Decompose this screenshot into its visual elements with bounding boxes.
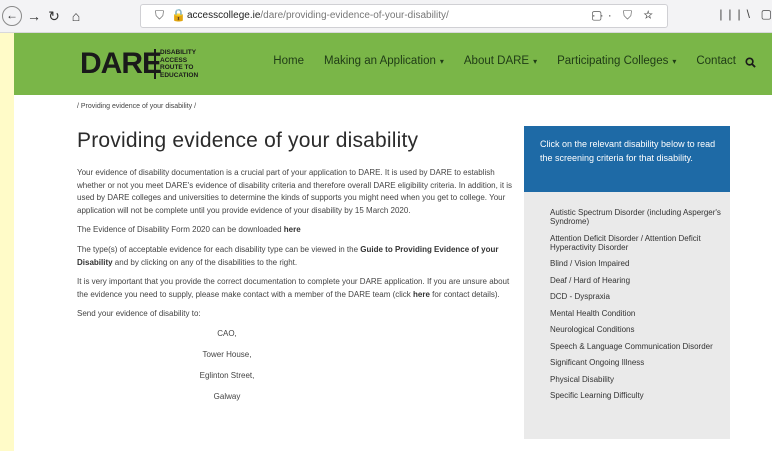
nav-contact[interactable]: Contact xyxy=(696,55,736,67)
sidebar-item-autistic-spectrum[interactable]: Autistic Spectrum Disorder (including As… xyxy=(550,208,724,226)
nav-participating-colleges[interactable]: Participating Colleges ▾ xyxy=(557,55,676,67)
url-text[interactable]: accesscollege.ie/dare/providing-evidence… xyxy=(187,10,449,21)
address-line: Tower House, xyxy=(202,350,252,360)
address-line: CAO, xyxy=(217,328,237,338)
address-line: Eglinton Street, xyxy=(199,371,255,381)
contact-paragraph: It is very important that you provide th… xyxy=(77,277,510,299)
chevron-down-icon: ▾ xyxy=(439,57,444,66)
forward-arrow-icon[interactable]: → xyxy=(24,6,44,26)
browser-toolbar: ← → ↻ ⌂ ⛉ 🔒 accesscollege.ie/dare/provid… xyxy=(0,0,772,33)
sidebar-toggle-icon[interactable]: ▢ xyxy=(761,7,772,21)
breadcrumb: / Providing evidence of your disability … xyxy=(77,103,197,110)
contact-link[interactable]: here xyxy=(413,290,430,299)
logo-text: DARE xyxy=(80,47,162,80)
search-icon[interactable] xyxy=(745,57,756,68)
home-icon[interactable]: ⌂ xyxy=(66,6,86,26)
postal-address: CAO, Tower House, Eglinton Street, Galwa… xyxy=(77,328,377,404)
sidebar-item-ongoing-illness[interactable]: Significant Ongoing Illness xyxy=(550,358,724,367)
back-arrow-icon[interactable]: ← xyxy=(2,6,22,26)
guide-paragraph: The type(s) of acceptable evidence for e… xyxy=(77,244,499,267)
nav-home[interactable]: Home xyxy=(273,55,304,67)
logo-divider xyxy=(154,49,156,79)
main-content: Your evidence of disability documentatio… xyxy=(77,167,517,412)
nav-about-dare[interactable]: About DARE ▾ xyxy=(464,55,537,67)
address-bar[interactable]: ⛉ 🔒 accesscollege.ie/dare/providing-evid… xyxy=(140,4,668,28)
lock-icon[interactable]: 🔒 xyxy=(171,8,186,22)
download-paragraph: The Evidence of Disability Form 2020 can… xyxy=(77,225,301,235)
logo-subtitle: DISABILITY ACCESS ROUTE TO EDUCATION xyxy=(160,49,199,79)
page-title: Providing evidence of your disability xyxy=(77,129,419,152)
shield-icon[interactable]: ⛉ xyxy=(155,8,164,23)
nav-making-an-application[interactable]: Making an Application ▾ xyxy=(324,55,444,67)
reload-icon[interactable]: ↻ xyxy=(44,6,64,26)
sidebar-item-physical[interactable]: Physical Disability xyxy=(550,375,724,384)
sidebar-intro: Click on the relevant disability below t… xyxy=(524,126,730,192)
site-header: DARE DISABILITY ACCESS ROUTE TO EDUCATIO… xyxy=(14,33,772,95)
sidebar-item-mental-health[interactable]: Mental Health Condition xyxy=(550,309,724,318)
web-page: DARE DISABILITY ACCESS ROUTE TO EDUCATIO… xyxy=(14,33,772,451)
sidebar-item-neurological[interactable]: Neurological Conditions xyxy=(550,325,724,334)
chevron-down-icon: ▾ xyxy=(533,57,538,66)
url-actions[interactable]: ··· ⛉ ☆ xyxy=(592,8,657,23)
address-line: Galway xyxy=(213,392,241,402)
library-icon[interactable]: |||\ xyxy=(719,7,756,21)
chevron-down-icon: ▾ xyxy=(672,57,677,66)
form-download-link[interactable]: here xyxy=(284,225,301,234)
sidebar-item-speech-language[interactable]: Speech & Language Communication Disorder xyxy=(550,342,724,351)
main-nav: Home Making an Application ▾ About DARE ▾ … xyxy=(253,55,736,67)
sidebar-item-add-adhd[interactable]: Attention Deficit Disorder / Attention D… xyxy=(550,234,724,252)
sidebar-item-dyspraxia[interactable]: DCD - Dyspraxia xyxy=(550,292,724,301)
disability-list: Autistic Spectrum Disorder (including As… xyxy=(524,192,730,439)
sidebar-item-learning-difficulty[interactable]: Specific Learning Difficulty xyxy=(550,391,724,400)
intro-paragraph: Your evidence of disability documentatio… xyxy=(77,168,513,215)
sidebar-item-blind[interactable]: Blind / Vision Impaired xyxy=(550,259,724,268)
sidebar-item-deaf[interactable]: Deaf / Hard of Hearing xyxy=(550,276,724,285)
send-to-paragraph: Send your evidence of disability to: xyxy=(77,309,201,319)
